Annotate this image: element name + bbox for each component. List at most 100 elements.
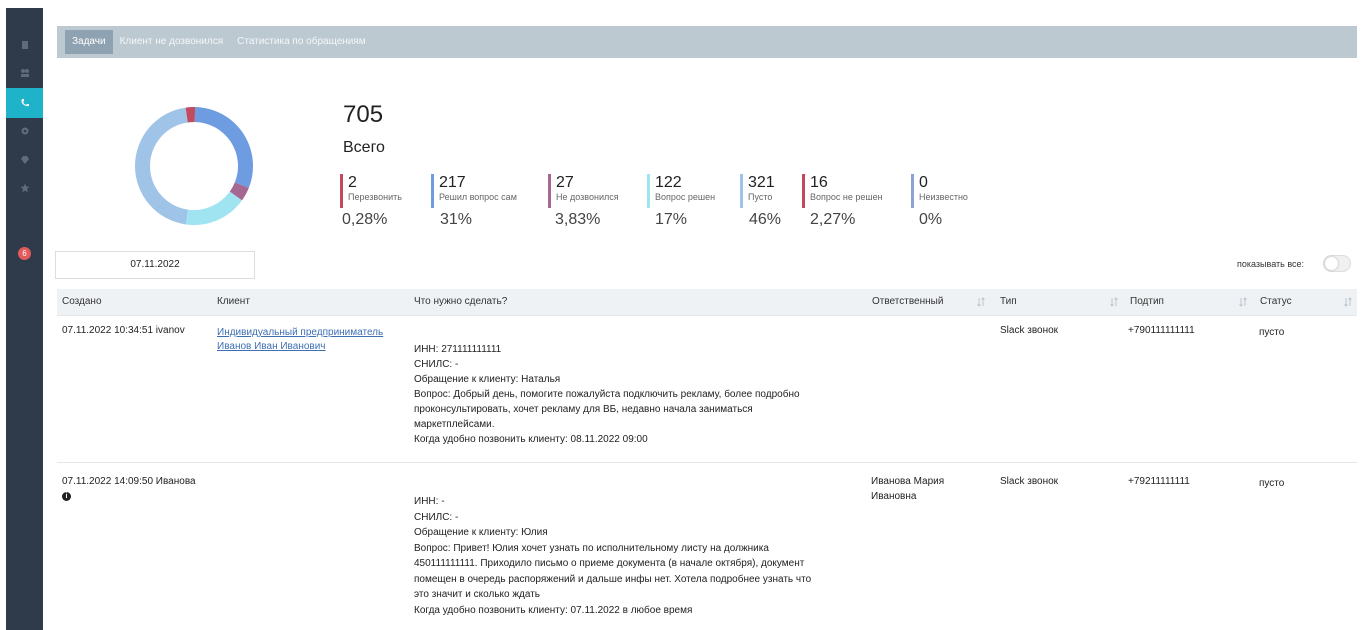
info-cell: i <box>62 489 71 503</box>
top-nav: Задачи Клиент не дозвонился Статистика п… <box>57 26 1357 58</box>
task-line: помещен в очередь распоряжений и дальше … <box>414 573 812 585</box>
column-created[interactable]: Создано <box>62 289 102 315</box>
subtype-cell: +790111111111 <box>1128 325 1195 336</box>
donut-slice <box>134 107 188 225</box>
gear-icon <box>21 127 28 135</box>
stat-count: 0 <box>919 174 928 191</box>
stat-question-solved: 122 Вопрос решен <box>647 174 715 208</box>
task-line: Вопрос: Привет! Юлия хочет узнать по исп… <box>414 542 769 554</box>
donut-slice <box>194 107 253 188</box>
stat-count: 217 <box>439 174 466 191</box>
star-icon <box>19 183 30 193</box>
total-count: 705 <box>343 101 384 128</box>
created-cell: 07.11.2022 14:09:50 Иванова <box>62 476 196 487</box>
sidebar: 6 <box>6 8 43 630</box>
responsible-cell: Иванова Мария <box>871 476 945 487</box>
stat-solved-self: 217 Решил вопрос сам <box>431 174 517 208</box>
sidebar-item-settings[interactable] <box>6 116 43 146</box>
task-line: Обращение к клиенту: Наталья <box>414 374 561 385</box>
stat-label: Решил вопрос сам <box>439 192 517 202</box>
stat-empty: 321 Пусто <box>740 174 775 208</box>
task-line: ИНН: - <box>414 496 445 507</box>
stat-count: 27 <box>556 174 574 191</box>
sidebar-item-building[interactable] <box>6 30 43 60</box>
tab-tasks[interactable]: Задачи <box>65 30 113 54</box>
column-client[interactable]: Клиент <box>217 289 250 315</box>
stat-unknown: 0 Неизвестно <box>911 174 968 208</box>
sidebar-item-diamond[interactable] <box>6 145 43 175</box>
stat-label: Неизвестно <box>919 192 968 202</box>
column-responsible[interactable]: Ответственный <box>872 289 943 315</box>
notification-badge: 6 <box>18 246 31 260</box>
task-line: Вопрос: Добрый день, помогите пожалуйста… <box>414 389 800 400</box>
row-divider <box>57 462 1357 463</box>
task-line: проконсультировать, хочет рекламу для ВБ… <box>414 404 753 415</box>
column-type[interactable]: Тип <box>1000 289 1017 315</box>
table-header: Создано Клиент Что нужно сделать? Ответс… <box>57 289 1357 315</box>
task-line: 450111111111. Приходило письмо о приеме … <box>414 558 805 569</box>
sidebar-item-users[interactable] <box>6 58 43 88</box>
show-all-label: показывать все: <box>1237 259 1304 269</box>
stat-count: 321 <box>748 174 775 191</box>
task-description: ИНН: 271111111111 СНИЛС: - Обращение к к… <box>414 342 800 447</box>
show-all-toggle[interactable] <box>1323 255 1351 272</box>
diamond-icon <box>20 156 29 164</box>
stat-label: Вопрос не решен <box>810 192 883 202</box>
status-cell: пусто <box>1259 478 1285 489</box>
sidebar-item-phone[interactable] <box>6 88 43 118</box>
task-line: Когда удобно позвонить клиенту: 08.11.20… <box>414 434 648 445</box>
stat-not-reached: 27 Не дозвонился <box>548 174 619 208</box>
stat-percent: 31% <box>440 211 473 228</box>
status-donut-chart <box>134 107 253 225</box>
stat-percent: 2,27% <box>810 211 856 228</box>
task-line: это значит и сколько ждать <box>414 589 541 600</box>
subtype-cell: +79211111111 <box>1128 476 1190 487</box>
stat-percent: 3,83% <box>555 211 601 228</box>
column-subtype[interactable]: Подтип <box>1130 289 1164 315</box>
stat-count: 16 <box>810 174 828 191</box>
sort-icon[interactable] <box>1239 297 1247 307</box>
client-link[interactable]: Индивидуальный предприниматель <box>217 326 383 340</box>
stat-callback: 2 Перезвонить <box>340 174 402 208</box>
total-label: Всего <box>343 139 385 156</box>
stat-percent: 0,28% <box>342 211 388 228</box>
stat-label: Вопрос решен <box>655 192 716 202</box>
task-line: маркетплейсами. <box>414 419 495 430</box>
stat-percent: 17% <box>655 211 688 228</box>
tab-client-not-reached[interactable]: Клиент не дозвонился <box>113 30 231 54</box>
stat-count: 122 <box>655 174 682 191</box>
stat-label: Перезвонить <box>348 192 402 202</box>
donut-slice <box>185 191 242 225</box>
type-cell: Slack звонок <box>1000 325 1059 336</box>
sort-icon[interactable] <box>1110 297 1118 307</box>
tab-statistics[interactable]: Статистика по обращениям <box>230 30 373 54</box>
stat-label: Пусто <box>748 192 773 202</box>
date-filter-input[interactable]: 07.11.2022 <box>55 251 255 279</box>
stat-percent: 0% <box>919 211 943 228</box>
stat-count: 2 <box>348 174 357 191</box>
phone-icon <box>21 99 29 107</box>
column-task[interactable]: Что нужно сделать? <box>414 289 507 315</box>
task-line: Обращение к клиенту: Юлия <box>414 527 548 538</box>
row-divider <box>57 315 1357 316</box>
building-icon <box>21 41 28 49</box>
client-link[interactable]: Иванов Иван Иванович <box>217 340 326 354</box>
task-line: ИНН: 271111111111 <box>414 344 502 355</box>
status-cell: пусто <box>1259 327 1285 338</box>
stat-not-solved: 16 Вопрос не решен <box>802 174 883 208</box>
info-icon[interactable]: i <box>62 492 71 501</box>
task-line: СНИЛС: - <box>414 359 459 370</box>
created-cell: 07.11.2022 10:34:51 ivanov <box>62 325 185 336</box>
type-cell: Slack звонок <box>1000 476 1059 487</box>
task-line: Когда удобно позвонить клиенту: 07.11.20… <box>414 604 693 616</box>
sidebar-item-notifications[interactable]: 6 <box>6 238 43 268</box>
stat-percent: 46% <box>749 211 782 228</box>
toggle-knob <box>1325 257 1338 270</box>
sort-icon[interactable] <box>977 297 985 307</box>
sort-icon[interactable] <box>1344 297 1352 307</box>
sidebar-item-star[interactable] <box>6 173 43 203</box>
stat-label: Не дозвонился <box>556 192 619 202</box>
task-line: СНИЛС: - <box>414 511 459 523</box>
users-icon <box>20 69 29 77</box>
column-status[interactable]: Статус <box>1260 289 1292 315</box>
